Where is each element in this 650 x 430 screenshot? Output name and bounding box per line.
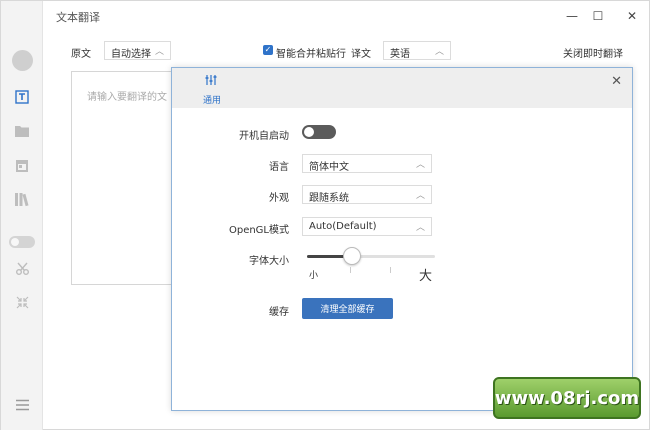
slider-tick	[350, 267, 351, 273]
fontsize-slider-thumb[interactable]	[343, 247, 361, 265]
autostart-toggle[interactable]	[302, 125, 336, 139]
close-button[interactable]: ✕	[623, 7, 641, 25]
autostart-label: 开机自启动	[239, 131, 289, 142]
minimize-button[interactable]: —	[563, 7, 581, 25]
app-title: 文本翻译	[56, 11, 100, 24]
target-label: 译文	[351, 49, 371, 60]
source-text-input[interactable]: 请输入要翻译的文	[71, 71, 187, 285]
chevron-up-icon: ︿	[154, 47, 164, 57]
chevron-up-icon: ︿	[415, 160, 425, 170]
appearance-select[interactable]: 跟随系统 ︿	[302, 185, 432, 204]
text-translate-icon-svg	[15, 90, 29, 104]
fontsize-slider-track[interactable]	[307, 255, 435, 258]
chevron-up-icon: ︿	[434, 47, 444, 57]
settings-dialog: 通用 ✕ 开机自启动 语言 简体中文 ︿ 外观 跟随系统 ︿ OpenGL模式 …	[171, 67, 633, 411]
library-icon[interactable]	[12, 189, 32, 209]
toggle-icon-svg	[9, 236, 35, 248]
instant-translate-toggle[interactable]: 关闭即时翻译	[563, 45, 623, 60]
merge-lines-label: 智能合并粘贴行	[276, 49, 346, 60]
toggle-knob	[304, 127, 314, 137]
appearance-label: 外观	[269, 193, 289, 204]
app-window: 文本翻译 — ☐ ✕ 原文 自动选择 ︿ ✓ 智能合并粘贴行 译文 英语 ︿ 关…	[0, 0, 650, 430]
target-language-select[interactable]: 英语 ︿	[383, 41, 451, 60]
clear-cache-button[interactable]: 清理全部缓存	[302, 298, 393, 319]
tab-general[interactable]: 通用	[203, 93, 221, 106]
title-bar: 文本翻译 — ☐ ✕	[43, 1, 650, 31]
language-value: 简体中文	[309, 162, 349, 173]
cache-label: 缓存	[269, 307, 289, 318]
merge-lines-checkbox[interactable]: ✓	[263, 45, 273, 55]
scissors-icon-svg	[15, 262, 29, 275]
chevron-up-icon: ︿	[415, 223, 425, 233]
scissors-icon[interactable]	[12, 258, 32, 278]
toggle-icon[interactable]	[8, 232, 36, 252]
fontsize-label: 字体大小	[249, 256, 289, 267]
appearance-value: 跟随系统	[309, 193, 349, 204]
fontsize-small-label: 小	[309, 271, 319, 281]
sliders-icon-svg	[205, 75, 217, 85]
fontsize-large-label: 大	[419, 269, 433, 284]
language-select[interactable]: 简体中文 ︿	[302, 154, 432, 173]
source-language-value: 自动选择	[111, 49, 151, 60]
maximize-button[interactable]: ☐	[589, 7, 607, 25]
text-translate-icon[interactable]	[12, 87, 32, 107]
collapse-icon[interactable]	[12, 292, 32, 312]
calendar-icon[interactable]	[12, 155, 32, 175]
library-icon-svg	[15, 192, 29, 206]
collapse-icon-svg	[16, 296, 28, 308]
language-label: 语言	[269, 162, 289, 173]
dialog-close-icon[interactable]: ✕	[611, 74, 622, 89]
opengl-label: OpenGL模式	[228, 225, 289, 236]
opengl-select[interactable]: Auto(Default) ︿	[302, 217, 432, 236]
folder-icon-svg	[15, 126, 29, 137]
sliders-icon	[205, 74, 217, 89]
source-placeholder: 请输入要翻译的文	[87, 92, 167, 103]
watermark-logo: www.08rj.com	[493, 377, 641, 419]
slider-tick	[390, 267, 391, 273]
avatar[interactable]	[12, 50, 33, 71]
folder-icon[interactable]	[12, 121, 32, 141]
source-language-select[interactable]: 自动选择 ︿	[104, 41, 171, 60]
menu-icon[interactable]	[12, 395, 32, 415]
source-label: 原文	[71, 49, 91, 60]
menu-icon-svg	[15, 399, 29, 411]
watermark-text: www.08rj.com	[494, 387, 640, 409]
calendar-icon-svg	[16, 159, 28, 172]
opengl-value: Auto(Default)	[309, 221, 377, 232]
settings-header: 通用 ✕	[172, 68, 632, 108]
target-language-value: 英语	[390, 49, 410, 60]
sidebar	[1, 1, 43, 430]
chevron-up-icon: ︿	[415, 191, 425, 201]
